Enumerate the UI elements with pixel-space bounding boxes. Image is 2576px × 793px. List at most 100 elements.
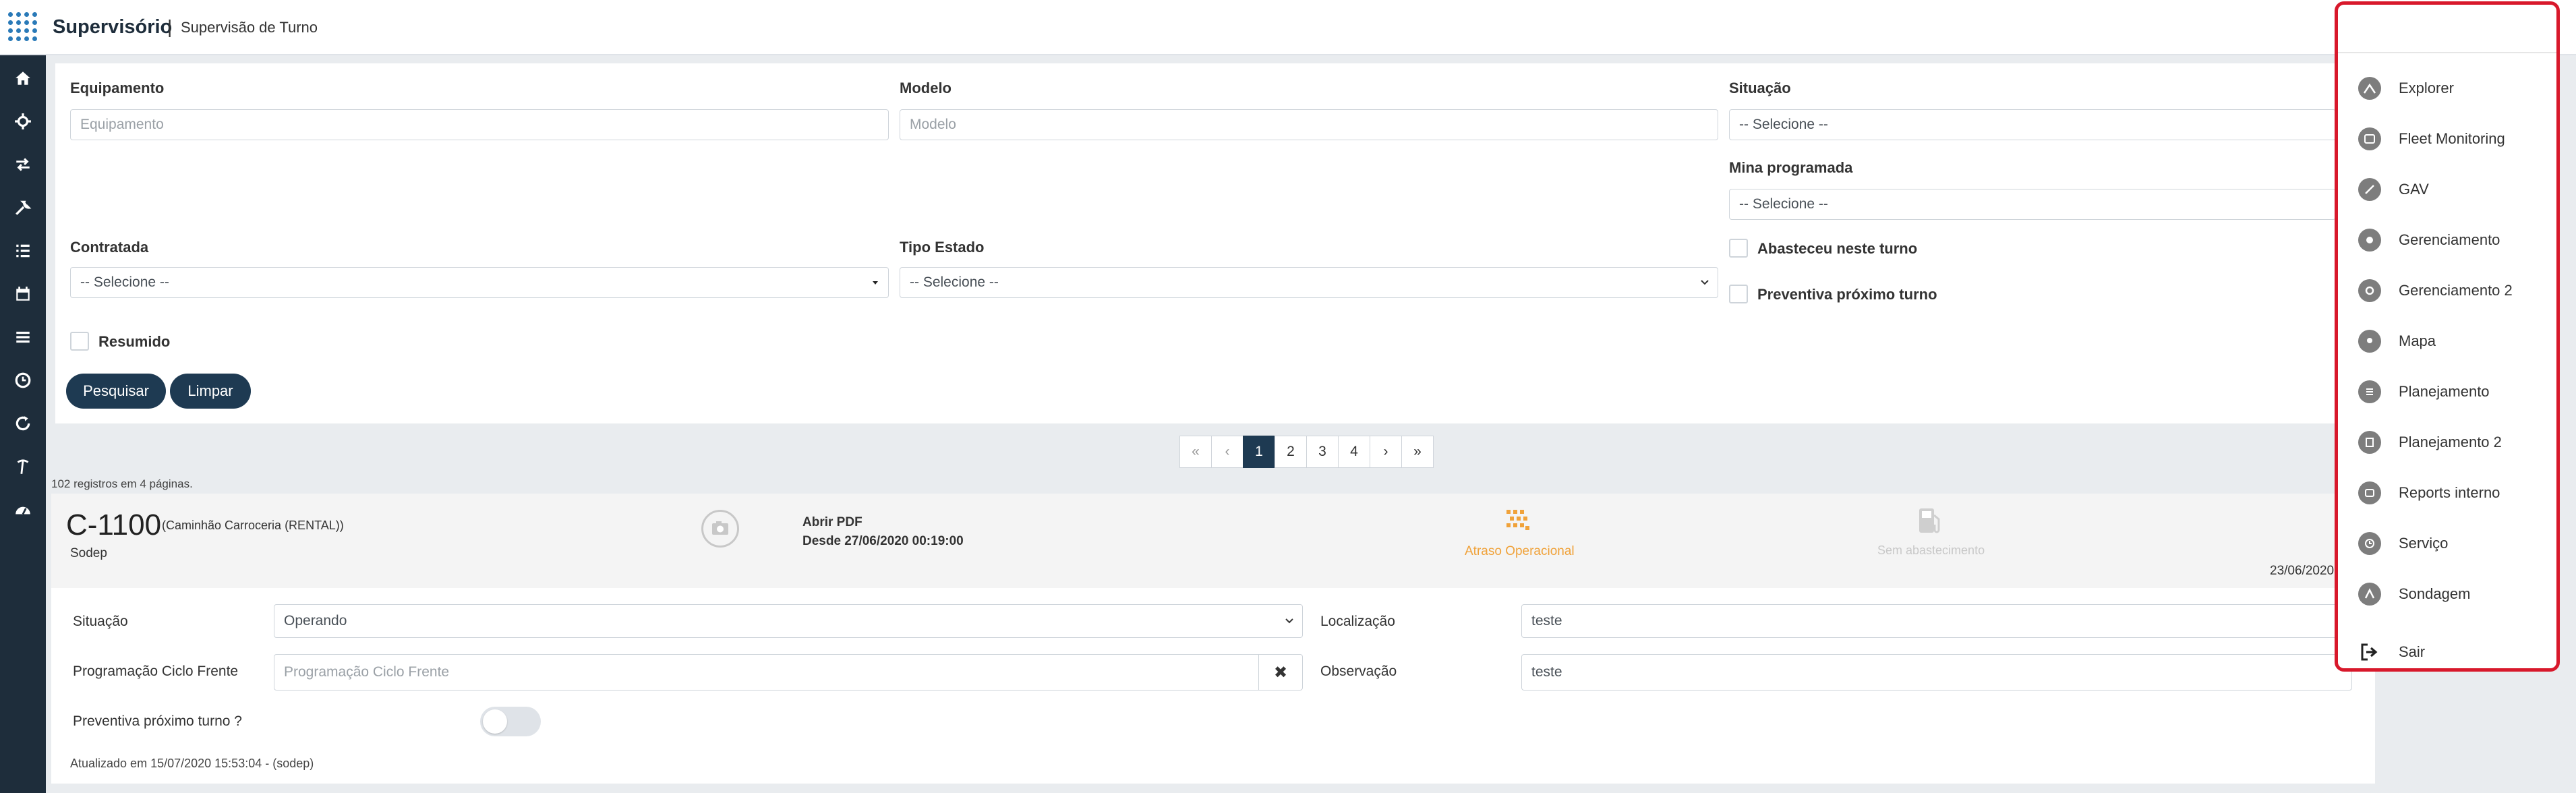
abasteceu-checkbox[interactable] (1729, 239, 1748, 258)
planejamento-2-icon (2358, 431, 2381, 454)
preventiva-detail-label: Preventiva próximo turno ? (73, 713, 242, 729)
situacao-detail-label: Situação (73, 614, 128, 629)
operational-delay-icon (1506, 510, 1529, 530)
page-1[interactable]: 1 (1243, 436, 1275, 468)
contratada-select-value: -- Selecione -- (80, 274, 169, 290)
fleet-monitoring-icon (2358, 127, 2381, 150)
pickaxe-icon[interactable] (0, 452, 46, 481)
open-pdf-link[interactable]: Abrir PDF (802, 515, 862, 530)
menu-item-label: Explorer (2399, 80, 2454, 96)
pdf-since-text: Desde 27/06/2020 00:19:00 (802, 534, 964, 548)
wrench-icon[interactable] (0, 193, 46, 223)
page-next[interactable]: › (1370, 436, 1402, 468)
menu-item-servico[interactable]: Serviço (2358, 530, 2448, 557)
resumido-checkbox[interactable] (70, 332, 89, 351)
refresh-icon[interactable] (0, 409, 46, 438)
observacao-input[interactable]: teste (1521, 654, 2352, 691)
modelo-input[interactable] (900, 109, 1718, 140)
status-text: Atraso Operacional (1465, 544, 1575, 558)
menu-item-label: Sondagem (2399, 585, 2471, 602)
localizacao-value: teste (1531, 613, 1562, 628)
equipment-description: (Caminhão Carroceria (RENTAL)) (162, 519, 344, 532)
page-last[interactable]: » (1401, 436, 1434, 468)
menu-item-label: Gerenciamento 2 (2399, 282, 2513, 299)
observacao-value: teste (1531, 664, 1562, 680)
fuel-status-text: Sem abastecimento (1877, 544, 1985, 557)
menu-icon[interactable] (0, 322, 46, 352)
mina-programada-select-value: -- Selecione -- (1739, 196, 1828, 212)
gav-icon (2358, 178, 2381, 201)
page-first[interactable]: « (1179, 436, 1212, 468)
gerenciamento-2-icon (2358, 279, 2381, 302)
menu-item-planejamento-2[interactable]: Planejamento 2 (2358, 429, 2502, 456)
situacao-select[interactable]: -- Selecione -- (1729, 109, 2336, 140)
explorer-icon (2358, 77, 2381, 100)
menu-item-label: GAV (2399, 181, 2429, 198)
menu-item-label: Mapa (2399, 332, 2436, 349)
clear-programacao-button[interactable]: ✖ (1258, 654, 1303, 691)
tipo-estado-label: Tipo Estado (900, 239, 985, 256)
programacao-input[interactable] (274, 654, 1260, 691)
menu-item-label: Planejamento 2 (2399, 434, 2502, 450)
dashboard-icon[interactable] (0, 495, 46, 525)
map-pin-icon (2358, 330, 2381, 353)
records-count: 102 registros em 4 páginas. (51, 477, 193, 490)
menu-item-explorer[interactable]: Explorer (2358, 75, 2454, 102)
toggle-knob (483, 709, 507, 734)
situacao-select-value: -- Selecione -- (1739, 117, 1828, 132)
page-subtitle: Supervisão de Turno (181, 19, 318, 36)
camera-icon[interactable] (701, 510, 739, 548)
crosshair-icon[interactable] (0, 107, 46, 136)
filter-panel: Equipamento Modelo Situação -- Selecione… (55, 63, 2375, 423)
page-prev[interactable]: ‹ (1211, 436, 1243, 468)
caret-down-icon (873, 281, 878, 285)
page-4[interactable]: 4 (1338, 436, 1370, 468)
page-3[interactable]: 3 (1306, 436, 1339, 468)
menu-item-reports-interno[interactable]: Reports interno (2358, 479, 2500, 506)
menu-item-gerenciamento[interactable]: Gerenciamento (2358, 227, 2500, 254)
tipo-estado-select-value: -- Selecione -- (910, 274, 999, 290)
equipment-card-header: C-1100 (Caminhão Carroceria (RENTAL)) So… (51, 494, 2375, 588)
equipment-card-body: Situação Operando Localização teste Prog… (51, 588, 2375, 784)
home-icon[interactable] (0, 63, 46, 93)
close-icon: ✖ (1273, 663, 1288, 682)
menu-divider (2338, 52, 2556, 53)
pesquisar-button[interactable]: Pesquisar (66, 374, 166, 409)
contratada-label: Contratada (70, 239, 149, 256)
page-2[interactable]: 2 (1275, 436, 1307, 468)
menu-item-label: Serviço (2399, 535, 2449, 552)
user-dropdown-menu: Explorer Fleet Monitoring GAV Gerenciame… (2335, 1, 2560, 672)
preventiva-toggle[interactable] (480, 707, 541, 736)
calendar-icon[interactable] (0, 279, 46, 309)
preventiva-checkbox[interactable] (1729, 285, 1748, 303)
list-icon[interactable] (0, 236, 46, 266)
logout-icon (2358, 641, 2381, 664)
pagination: « ‹ 1 2 3 4 › » (1179, 436, 1434, 468)
situacao-detail-value: Operando (284, 613, 347, 628)
menu-item-sondagem[interactable]: Sondagem (2358, 581, 2470, 608)
mina-programada-select[interactable]: -- Selecione -- (1729, 189, 2336, 220)
limpar-button[interactable]: Limpar (170, 374, 251, 409)
localizacao-label: Localização (1320, 614, 1395, 629)
menu-item-gerenciamento-2[interactable]: Gerenciamento 2 (2358, 277, 2513, 304)
menu-item-sair[interactable]: Sair (2358, 639, 2425, 666)
menu-item-mapa[interactable]: Mapa (2358, 328, 2436, 355)
mina-programada-label: Mina programada (1729, 159, 1853, 176)
menu-item-fleet-monitoring[interactable]: Fleet Monitoring (2358, 125, 2505, 152)
equipment-code: C-1100 (66, 508, 162, 541)
menu-item-label: Sair (2399, 643, 2426, 660)
menu-item-planejamento[interactable]: Planejamento (2358, 378, 2490, 405)
tipo-estado-select[interactable]: -- Selecione -- (900, 267, 1718, 298)
situacao-detail-select[interactable]: Operando (274, 604, 1303, 638)
localizacao-input[interactable]: teste (1521, 604, 2352, 638)
situacao-label: Situação (1729, 80, 1791, 96)
exchange-icon[interactable] (0, 150, 46, 179)
clock-icon[interactable] (0, 365, 46, 395)
preventiva-label: Preventiva próximo turno (1757, 286, 1937, 303)
equipamento-input[interactable] (70, 109, 889, 140)
servico-icon (2358, 532, 2381, 555)
app-title: Supervisório (53, 16, 173, 38)
menu-item-label: Fleet Monitoring (2399, 130, 2505, 147)
contratada-select[interactable]: -- Selecione -- (70, 267, 889, 298)
menu-item-gav[interactable]: GAV (2358, 176, 2429, 203)
